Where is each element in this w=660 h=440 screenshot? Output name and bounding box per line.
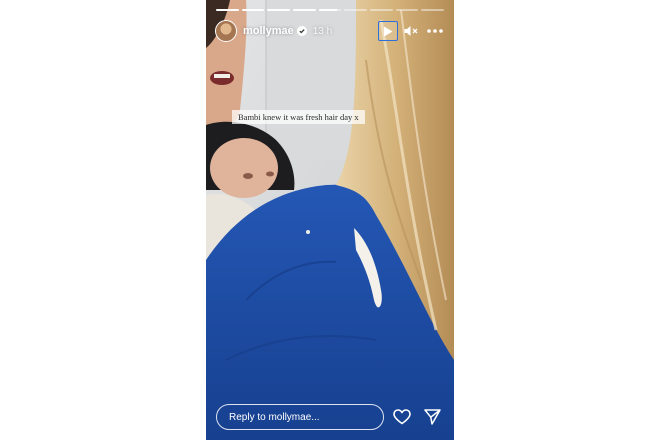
- story-progress-bar: [216, 9, 445, 11]
- story-viewer[interactable]: mollymae 13 h Bambi knew it was fresh ha…: [206, 0, 454, 440]
- username[interactable]: mollymae: [243, 25, 294, 37]
- progress-segment: [267, 9, 291, 11]
- progress-segment-fill: [216, 9, 239, 11]
- progress-segment: [344, 9, 368, 11]
- progress-segment-fill: [293, 9, 316, 11]
- story-caption: Bambi knew it was fresh hair day x: [232, 110, 365, 124]
- progress-segment-fill: [241, 9, 265, 11]
- post-time: 13 h: [312, 25, 333, 37]
- more-icon[interactable]: [424, 20, 446, 42]
- progress-segment: [216, 9, 239, 11]
- progress-segment: [421, 9, 445, 11]
- progress-segment-fill: [318, 9, 337, 11]
- play-icon[interactable]: [378, 21, 398, 41]
- avatar[interactable]: [215, 20, 237, 42]
- story-footer: Reply to mollymae...: [216, 403, 444, 431]
- heart-icon[interactable]: [390, 405, 414, 429]
- send-icon[interactable]: [420, 405, 444, 429]
- progress-segment: [395, 9, 419, 11]
- progress-segment: [370, 9, 393, 11]
- progress-segment-fill: [267, 9, 291, 11]
- verified-badge-icon: [296, 26, 307, 36]
- progress-segment: [293, 9, 316, 11]
- story-header: mollymae 13 h: [215, 19, 446, 43]
- progress-segment: [241, 9, 265, 11]
- progress-segment: [318, 9, 342, 11]
- story-photo: [206, 0, 454, 440]
- reply-input[interactable]: Reply to mollymae...: [216, 404, 384, 430]
- mute-icon[interactable]: [400, 20, 422, 42]
